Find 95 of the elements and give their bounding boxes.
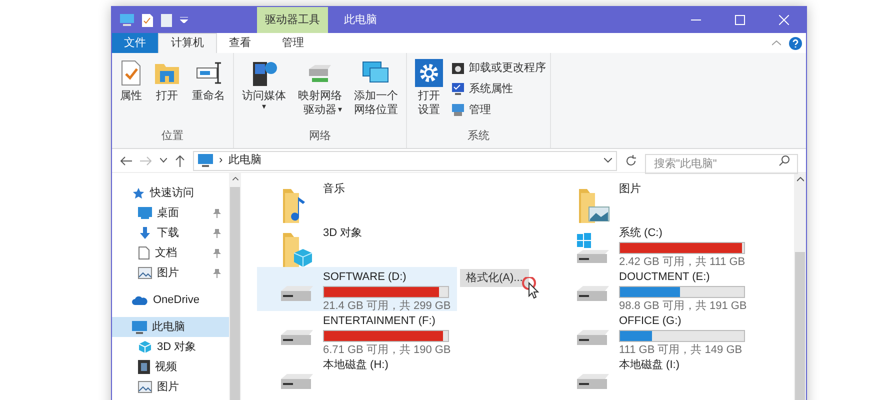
scroll-up-icon[interactable]	[232, 177, 238, 181]
scroll-up-icon[interactable]	[796, 177, 804, 182]
drive-tile[interactable]: 系统 (C:) 2.42 GB 可用，共 111 GB	[553, 223, 753, 267]
ribbon-small-button[interactable]: 卸载或更改程序	[451, 59, 546, 77]
nav-item[interactable]: 视频	[112, 357, 229, 377]
drive-name: 系统 (C:)	[619, 227, 664, 240]
rename-icon	[196, 61, 222, 85]
picture-icon	[138, 267, 152, 279]
nav-item[interactable]: 图片	[112, 377, 229, 397]
folder-tile[interactable]: 音乐	[257, 179, 457, 223]
settings-icon	[415, 59, 443, 87]
drive-space-text: 111 GB 可用，共 149 GB	[619, 344, 744, 357]
drive-name: 本地磁盘 (I:)	[619, 359, 680, 372]
close-icon[interactable]	[779, 15, 789, 25]
ribbon-button[interactable]: 重命名	[188, 57, 229, 128]
ribbon-tab[interactable]: 文件	[112, 33, 158, 53]
computer-icon	[198, 154, 213, 167]
computer-icon	[120, 14, 134, 26]
drive-name: OFFICE (G:)	[619, 315, 682, 328]
search-icon	[779, 154, 790, 166]
up-icon[interactable]	[175, 154, 185, 166]
scrollbar[interactable]	[794, 173, 806, 400]
ribbon-tab[interactable]: 计算机	[158, 33, 217, 53]
collapse-ribbon-icon[interactable]	[772, 40, 781, 46]
drive-name: 本地磁盘 (H:)	[323, 359, 388, 372]
nav-item[interactable]: 此电脑	[112, 317, 229, 337]
ribbon-group-label: 系统	[466, 128, 490, 144]
ribbon-group-label: 位置	[160, 128, 184, 144]
nav-item[interactable]: 文档	[112, 243, 229, 263]
drive-tile[interactable]: 本地磁盘 (H:)	[257, 355, 457, 399]
nav-item[interactable]: 快速访问	[112, 183, 229, 203]
folder-tile[interactable]: 3D 对象	[257, 223, 457, 267]
computer-manage-icon	[451, 103, 465, 117]
recent-dropdown-icon[interactable]	[160, 158, 167, 163]
nav-item[interactable]: OneDrive	[112, 290, 229, 310]
refresh-icon[interactable]	[625, 154, 637, 166]
desktop-icon	[138, 207, 152, 219]
nav-item[interactable]: 3D 对象	[112, 337, 229, 357]
ribbon-button[interactable]: 映射网络 驱动器▾	[294, 57, 346, 128]
context-tab-header: 驱动器工具	[257, 7, 328, 33]
film-icon	[138, 360, 150, 374]
drive-tile[interactable]: ENTERTAINMENT (F:) 6.71 GB 可用，共 190 GB	[257, 311, 457, 355]
picture-icon	[138, 381, 152, 393]
scrollbar[interactable]	[229, 173, 241, 400]
menu-item[interactable]: 格式化(A)...	[460, 269, 529, 287]
breadcrumb-separator: ›	[219, 153, 223, 168]
ribbon-button[interactable]: 打开	[150, 57, 184, 128]
folder-tile[interactable]: 图片	[553, 179, 753, 223]
folder-window-icon	[154, 61, 180, 85]
cube-icon	[138, 340, 152, 354]
ribbon-small-button[interactable]: 系统属性	[451, 80, 546, 98]
dropdown-icon[interactable]	[604, 158, 612, 163]
checked-page-icon	[120, 60, 142, 86]
cloud-icon	[132, 295, 148, 305]
new-folder-icon[interactable]	[161, 14, 172, 26]
ribbon-tab[interactable]: 查看	[217, 33, 263, 53]
help-icon[interactable]	[789, 36, 802, 50]
properties-icon[interactable]	[142, 14, 153, 26]
ribbon-small-button[interactable]: 管理	[451, 101, 546, 119]
caret-icon: ▾	[262, 103, 266, 111]
drive-name: SOFTWARE (D:)	[323, 271, 408, 284]
drive-name: DOUCTMENT (E:)	[619, 271, 711, 284]
address-bar[interactable]: › 此电脑	[193, 150, 617, 170]
drive-tile[interactable]: 本地磁盘 (I:)	[553, 355, 753, 399]
ribbon-button[interactable]: 属性	[116, 57, 146, 128]
back-icon[interactable]	[120, 156, 132, 166]
drive-space-text: 21.4 GB 可用，共 299 GB	[323, 300, 451, 313]
nav-item[interactable]: 图片	[112, 263, 229, 283]
ribbon-button[interactable]: 访问媒体 ▾	[238, 57, 290, 128]
media-server-icon	[250, 59, 278, 87]
ribbon-button[interactable]: 打开 设置	[411, 57, 447, 128]
computer-icon	[132, 320, 147, 334]
folder-name: 图片	[619, 183, 641, 196]
drive-space-text: 6.71 GB 可用，共 190 GB	[323, 344, 451, 357]
ribbon-group-label: 网络	[308, 128, 332, 144]
box-icon	[451, 61, 465, 75]
window-title: 此电脑	[343, 12, 378, 28]
download-icon	[138, 226, 152, 240]
document-icon	[138, 246, 150, 260]
drive-name: ENTERTAINMENT (F:)	[323, 315, 436, 328]
ribbon-button[interactable]: 添加一个 网络位置	[350, 57, 402, 128]
drive-tile[interactable]: SOFTWARE (D:) 21.4 GB 可用，共 299 GB	[257, 267, 457, 311]
drive-space-text: 98.8 GB 可用，共 191 GB	[619, 300, 747, 313]
drive-tile[interactable]: DOUCTMENT (E:) 98.8 GB 可用，共 191 GB	[553, 267, 753, 311]
caret-icon: ▾	[338, 106, 342, 114]
drive-tile[interactable]: OFFICE (G:) 111 GB 可用，共 149 GB	[553, 311, 753, 355]
star-icon	[132, 186, 145, 200]
search-field[interactable]: 搜索"此电脑"	[645, 154, 798, 174]
nav-item[interactable]: 下载	[112, 223, 229, 243]
monitor-check-icon	[451, 82, 465, 96]
drive-space-text: 2.42 GB 可用，共 111 GB	[619, 256, 746, 269]
maximize-icon[interactable]	[735, 15, 745, 25]
folder-name: 3D 对象	[323, 227, 362, 240]
nav-item[interactable]: 桌面	[112, 203, 229, 223]
folder-name: 音乐	[323, 183, 345, 196]
